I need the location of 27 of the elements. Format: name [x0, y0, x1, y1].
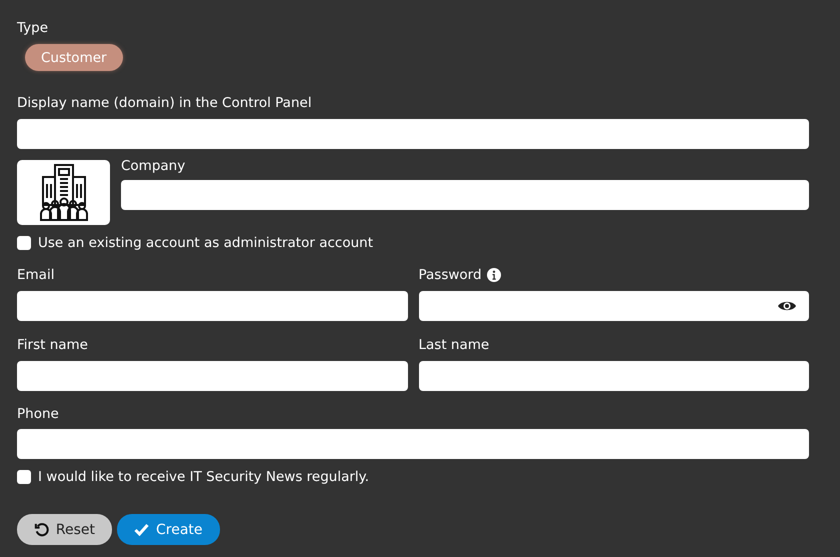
field-label: Phone — [17, 405, 60, 423]
input-field[interactable] — [17, 291, 408, 321]
field-label: Last name — [418, 336, 490, 354]
field-label: Type — [17, 19, 50, 37]
company-logo[interactable] — [17, 160, 110, 225]
type-option[interactable]: Customer — [25, 44, 123, 71]
checkbox[interactable] — [17, 236, 31, 250]
input-field[interactable] — [121, 180, 809, 210]
undo-icon — [34, 522, 49, 537]
field-label: Password — [418, 266, 482, 284]
input-field[interactable] — [17, 119, 809, 149]
field-label: Display name (domain) in the Control Panel — [17, 94, 313, 112]
eye-icon[interactable] — [777, 299, 797, 313]
reset-button[interactable]: Reset — [17, 514, 112, 545]
input-field[interactable] — [17, 361, 408, 391]
input-field[interactable] — [418, 361, 809, 391]
create-button[interactable]: Create — [117, 514, 220, 545]
field-label: Company — [121, 157, 186, 175]
input-field[interactable] — [17, 429, 809, 459]
password-field[interactable] — [418, 291, 809, 321]
info-icon[interactable] — [486, 268, 501, 282]
checkbox[interactable] — [17, 470, 31, 484]
field-label: Email — [17, 266, 54, 284]
checkbox-label: I would like to receive IT Security News regularly. — [38, 469, 370, 485]
checkbox-label: Use an existing account as administrator account — [38, 235, 373, 251]
field-label: First name — [17, 336, 88, 354]
checkmark-icon — [134, 523, 149, 536]
